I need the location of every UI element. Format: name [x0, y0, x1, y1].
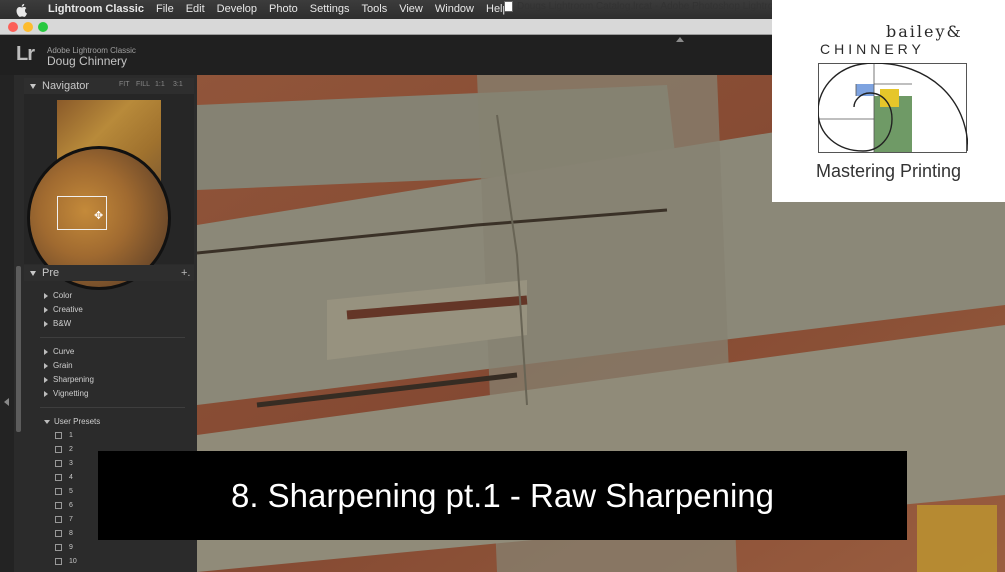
user-preset-item[interactable]: 8	[55, 530, 73, 537]
preset-group-label: Vignetting	[53, 389, 89, 398]
expand-triangle-icon	[44, 376, 48, 383]
menu-settings[interactable]: Settings	[304, 0, 356, 19]
zoom-fill[interactable]: FILL	[136, 81, 150, 88]
window-title: Dougs Lightroom Catalog.lrcat - Adobe Ph…	[504, 1, 787, 12]
presets-header[interactable]: Pre	[24, 265, 194, 281]
preset-group-label: Sharpening	[53, 375, 94, 384]
user-preset-label: 2	[69, 446, 73, 453]
zoom-1-1[interactable]: 1:1	[155, 81, 165, 88]
preset-icon	[55, 516, 62, 523]
preset-group-label: B&W	[53, 319, 72, 328]
expand-triangle-icon	[44, 362, 48, 369]
preset-icon	[55, 460, 62, 467]
golden-spiral-logo-icon	[818, 63, 968, 153]
user-preset-label: 10	[69, 558, 77, 565]
user-preset-label: 8	[69, 530, 73, 537]
add-preset-button[interactable]: +.	[181, 267, 190, 279]
preset-icon	[55, 432, 62, 439]
user-preset-label: 7	[69, 516, 73, 523]
zoom-window-button[interactable]	[38, 22, 48, 32]
menu-window[interactable]: Window	[429, 0, 480, 19]
expand-triangle-icon	[44, 348, 48, 355]
divider	[40, 337, 185, 338]
preset-group-sharpening[interactable]: Sharpening	[44, 375, 94, 384]
collapse-triangle-icon	[30, 83, 36, 89]
user-preset-label: 1	[69, 432, 73, 439]
navigator-header[interactable]: Navigator	[24, 78, 194, 94]
logo-line-2: CHINNERY	[820, 41, 925, 57]
preset-group-label: Color	[53, 291, 73, 300]
preset-group-creative[interactable]: Creative	[44, 305, 83, 314]
navigator-title: Navigator	[42, 80, 90, 92]
preset-icon	[55, 530, 62, 537]
caption-title: 8. Sharpening pt.1 - Raw Sharpening	[230, 476, 775, 514]
menu-view[interactable]: View	[393, 0, 429, 19]
user-preset-item[interactable]: 9	[55, 544, 73, 551]
preset-group-label: Creative	[53, 305, 83, 314]
preset-group-grain[interactable]: Grain	[44, 361, 73, 370]
user-preset-label: 3	[69, 460, 73, 467]
minimize-window-button[interactable]	[23, 22, 33, 32]
preset-group-vignetting[interactable]: Vignetting	[44, 389, 88, 398]
preset-group-color[interactable]: Color	[44, 291, 72, 300]
preset-group-label: Curve	[53, 347, 75, 356]
user-preset-item[interactable]: 4	[55, 474, 73, 481]
menu-tools[interactable]: Tools	[356, 0, 394, 19]
close-window-button[interactable]	[8, 22, 18, 32]
collapse-triangle-icon	[44, 419, 50, 424]
menu-app-name[interactable]: Lightroom Classic	[42, 0, 150, 19]
toggle-left-panel-icon[interactable]	[4, 398, 9, 406]
zoom-fit[interactable]: FIT	[119, 81, 130, 88]
preset-icon	[55, 544, 62, 551]
hand-cursor-icon: ✥	[94, 210, 104, 222]
menu-photo[interactable]: Photo	[263, 0, 304, 19]
collapse-triangle-icon	[30, 270, 36, 276]
expand-triangle-icon	[44, 306, 48, 313]
logo-line-1: bailey&	[886, 22, 963, 41]
lightroom-logo-icon: Lr	[16, 43, 35, 65]
user-preset-label: 6	[69, 502, 73, 509]
zoom-3-1[interactable]: 3:1	[173, 81, 183, 88]
preset-group-label: User Presets	[54, 417, 101, 426]
document-icon	[504, 1, 513, 12]
presets-title: Pre	[42, 267, 60, 279]
expand-triangle-icon	[44, 390, 48, 397]
user-preset-label: 4	[69, 474, 73, 481]
preset-group-bw[interactable]: B&W	[44, 319, 71, 328]
preset-icon	[55, 558, 62, 565]
menu-edit[interactable]: Edit	[180, 0, 211, 19]
menu-file[interactable]: File	[150, 0, 180, 19]
preset-group-curve[interactable]: Curve	[44, 347, 74, 356]
user-name: Doug Chinnery	[47, 54, 128, 68]
left-panel-edge	[0, 75, 14, 572]
menu-develop[interactable]: Develop	[211, 0, 263, 19]
preset-icon	[55, 474, 62, 481]
divider	[40, 407, 185, 408]
user-preset-item[interactable]: 2	[55, 446, 73, 453]
collapse-top-panel-icon[interactable]	[676, 37, 684, 42]
preset-icon	[55, 446, 62, 453]
user-preset-item[interactable]: 3	[55, 460, 73, 467]
user-preset-item[interactable]: 7	[55, 516, 73, 523]
user-preset-label: 5	[69, 488, 73, 495]
user-preset-item[interactable]: 1	[55, 432, 73, 439]
expand-triangle-icon	[44, 320, 48, 327]
preset-icon	[55, 502, 62, 509]
user-preset-item[interactable]: 5	[55, 488, 73, 495]
user-preset-label: 9	[69, 544, 73, 551]
window-title-text: Dougs Lightroom Catalog.lrcat - Adobe Ph…	[517, 1, 788, 12]
user-preset-item[interactable]: 6	[55, 502, 73, 509]
user-preset-item[interactable]: 10	[55, 558, 77, 565]
apple-logo-icon[interactable]	[14, 2, 30, 18]
preset-group-user-presets[interactable]: User Presets	[44, 417, 100, 426]
logo-tagline: Mastering Printing	[816, 161, 962, 181]
left-panel-scrollbar[interactable]	[16, 266, 21, 432]
expand-triangle-icon	[44, 292, 48, 299]
preset-icon	[55, 488, 62, 495]
preset-group-label: Grain	[53, 361, 73, 370]
